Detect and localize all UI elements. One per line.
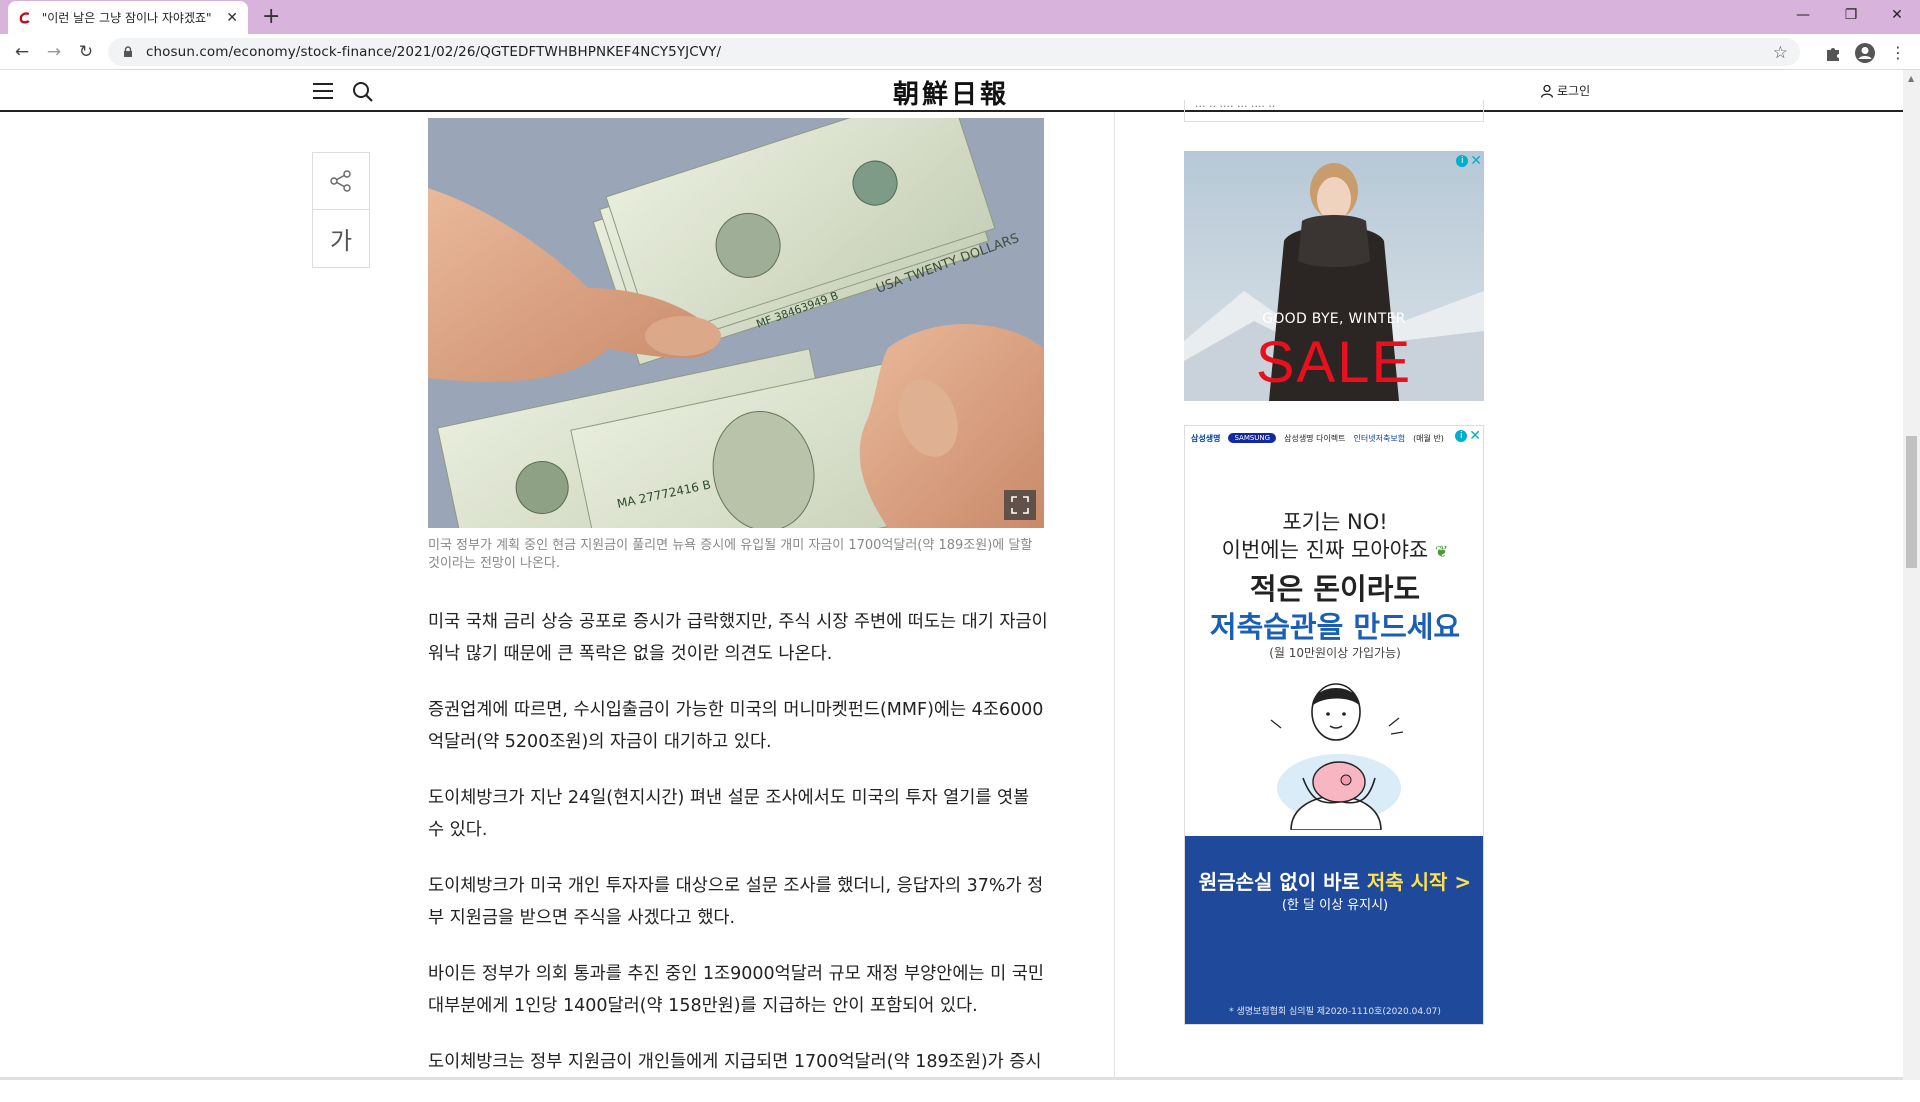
profile-avatar-icon[interactable] xyxy=(1854,42,1876,64)
article-body: 미국 국채 금리 상승 공포로 증시가 급락했지만, 주식 시장 주변에 떠도는… xyxy=(428,606,1048,1102)
login-button[interactable]: 로그인 xyxy=(1540,82,1590,99)
ad-heading-2: 이번에는 진짜 모아야죠 ❦ xyxy=(1221,538,1449,562)
money-photo-illustration: USA TWENTY DOLLARS MF 38463949 B MA 2777… xyxy=(428,118,1044,528)
chosun-favicon-icon xyxy=(19,11,30,23)
close-window-icon[interactable]: ✕ xyxy=(1874,0,1920,30)
ad-brand-name: 삼성생명 xyxy=(1191,433,1221,443)
lock-icon xyxy=(124,46,132,57)
ad-note: (월 10만원이상 가입가능) xyxy=(1269,646,1401,660)
minimize-icon[interactable]: — xyxy=(1780,0,1826,30)
hamburger-menu-icon[interactable] xyxy=(313,83,333,99)
ad-brand-direct: 삼성생명 다이렉트 xyxy=(1284,433,1346,443)
article-photo[interactable]: USA TWENTY DOLLARS MF 38463949 B MA 2777… xyxy=(428,118,1044,528)
article-paragraph: 도이체방크가 지난 24일(현지시간) 펴낸 설문 조사에서도 미국의 투자 열… xyxy=(428,788,1030,840)
browser-tab[interactable]: "이런 날은 그냥 잠이나 자야겠죠" ✕ xyxy=(8,1,248,34)
ad-brand-product: 인터넷저축보험 xyxy=(1353,433,1406,443)
site-header: 朝鮮日報 로그인 xyxy=(0,70,1903,112)
ad-choices[interactable]: i ✕ xyxy=(1456,153,1482,169)
back-icon[interactable]: ← xyxy=(10,40,34,64)
bookmark-star-icon[interactable]: ☆ xyxy=(1773,43,1788,63)
scroll-up-arrow-icon[interactable]: ▲ xyxy=(1908,74,1914,83)
ad-brand-bar: 삼성생명 SAMSUNG 삼성생명 다이렉트 인터넷저축보험 (매월 반) xyxy=(1185,426,1483,450)
search-icon[interactable] xyxy=(352,81,374,103)
reload-icon[interactable]: ↻ xyxy=(74,40,98,64)
address-bar[interactable]: chosun.com/economy/stock-finance/2021/02… xyxy=(108,38,1800,66)
user-icon xyxy=(1540,84,1554,98)
ad-close-icon[interactable]: ✕ xyxy=(1469,428,1481,444)
tab-close-icon[interactable]: ✕ xyxy=(226,10,238,26)
vertical-scrollbar[interactable]: ▲ xyxy=(1903,70,1920,1080)
share-icon xyxy=(330,170,351,192)
ad-big-text-2: 저축습관을 만드세요 xyxy=(1209,610,1461,644)
new-tab-button[interactable]: + xyxy=(262,4,280,29)
samsung-life-ad[interactable]: 삼성생명 SAMSUNG 삼성생명 다이렉트 인터넷저축보험 (매월 반) i … xyxy=(1184,425,1484,1025)
samsung-logo: SAMSUNG xyxy=(1228,433,1277,443)
column-divider xyxy=(1114,112,1115,1080)
photo-caption: 미국 정부가 계획 중인 현금 지원금이 풀리면 뉴욕 증시에 유입될 개미 자… xyxy=(428,538,1033,571)
ad-headline: GOOD BYE, WINTER xyxy=(1262,311,1406,327)
ad-info-icon[interactable]: i xyxy=(1456,155,1469,167)
forward-icon[interactable]: → xyxy=(42,40,66,64)
fullscreen-icon xyxy=(1011,496,1029,514)
scrollbar-thumb[interactable] xyxy=(1906,436,1917,568)
ad-choices[interactable]: i ✕ xyxy=(1455,428,1481,444)
ad-big-text-1: 적은 돈이라도 xyxy=(1249,572,1421,606)
site-logo[interactable]: 朝鮮日報 xyxy=(880,74,1022,111)
leaf-icon: ❦ xyxy=(1434,542,1449,561)
browser-menu-icon[interactable]: ⋮ xyxy=(1886,40,1910,64)
article-paragraph: 도이체방크가 미국 개인 투자자를 대상으로 설문 조사를 했더니, 응답자의 … xyxy=(428,876,1044,928)
login-label: 로그인 xyxy=(1557,84,1591,98)
restore-icon[interactable]: ❐ xyxy=(1828,0,1874,30)
ad-sale-text: SALE xyxy=(1255,330,1413,395)
ad-close-icon[interactable]: ✕ xyxy=(1470,153,1482,169)
ad-cta-button[interactable]: 원금손실 없이 바로 저축 시작 > xyxy=(1185,866,1483,895)
url-text: chosun.com/economy/stock-finance/2021/02… xyxy=(146,44,722,60)
article-tools: 가 xyxy=(312,152,370,268)
expand-photo-button[interactable] xyxy=(1004,490,1036,520)
ad-cta-sub: (한 달 이상 유지시) xyxy=(1281,898,1389,913)
ad-footnote: * 생명보험협회 심의필 제2020-1110호(2020.04.07) xyxy=(1229,1007,1441,1017)
tab-title: "이런 날은 그냥 잠이나 자야겠죠" xyxy=(41,11,212,25)
piggy-bank-man-illustration xyxy=(1270,683,1404,830)
article-paragraph: 도이체방크는 정부 지원금이 개인들에게 지급되면 1700억달러(약 189조… xyxy=(428,1052,1042,1072)
ad-cta-box xyxy=(1185,836,1483,1024)
share-button[interactable] xyxy=(313,153,369,210)
ad-info-icon[interactable]: i xyxy=(1455,430,1468,442)
article-paragraph: 미국 국채 금리 상승 공포로 증시가 급락했지만, 주식 시장 주변에 떠도는… xyxy=(428,612,1048,664)
winter-sale-ad[interactable]: i ✕ GOOD BYE, WINTER SALE xyxy=(1184,151,1484,401)
browser-toolbar: ← → ↻ chosun.com/economy/stock-finance/2… xyxy=(0,34,1920,70)
font-size-button[interactable]: 가 xyxy=(313,210,369,267)
sidebar-list-item[interactable]: ··· ·· ···· ··· ···· ·· xyxy=(1184,100,1484,122)
article-paragraph: 증권업계에 따르면, 수시입출금이 가능한 미국의 머니마켓펀드(MMF)에는 … xyxy=(428,700,1044,752)
ad-brand-extra: (매월 반) xyxy=(1413,433,1444,443)
article-paragraph: 바이든 정부가 의회 통과를 추진 중인 1조9000억달러 규모 재정 부양안… xyxy=(428,964,1044,1016)
ad-heading-1: 포기는 NO! xyxy=(1282,510,1388,534)
extensions-icon[interactable] xyxy=(1822,42,1844,64)
browser-tab-strip: "이런 날은 그냥 잠이나 자야겠죠" ✕ + — ❐ ✕ xyxy=(0,0,1920,34)
